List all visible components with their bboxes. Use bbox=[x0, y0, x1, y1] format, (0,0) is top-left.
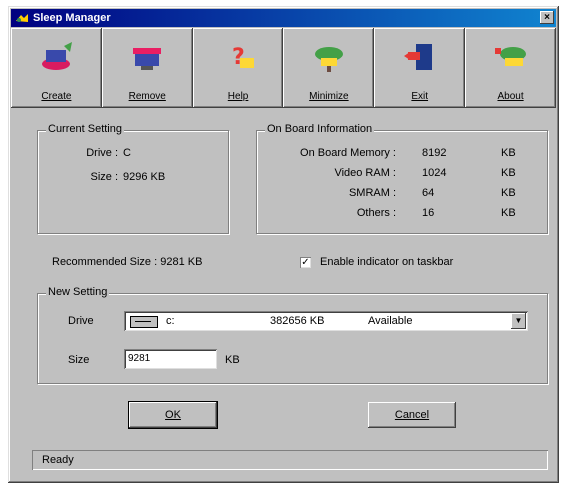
size-unit: KB bbox=[225, 354, 240, 366]
new-setting-group: New Setting bbox=[37, 286, 548, 384]
onboard-value: 16 bbox=[422, 207, 435, 219]
sleep-manager-window: Sleep Manager × Create Remove ? Help Min… bbox=[8, 6, 559, 483]
onboard-unit: KB bbox=[501, 187, 516, 199]
onboard-info-title: On Board Information bbox=[265, 123, 375, 135]
exit-button[interactable]: Exit bbox=[374, 28, 466, 108]
create-icon bbox=[36, 40, 76, 76]
size-input[interactable]: 9281 bbox=[124, 349, 217, 369]
current-size-value: 9296 KB bbox=[123, 171, 166, 183]
onboard-value: 1024 bbox=[422, 167, 447, 179]
toolbar: Create Remove ? Help Minimize Exit About bbox=[11, 28, 556, 108]
drive-status: Available bbox=[368, 315, 413, 327]
drive-select[interactable]: c: 382656 KB Available ▼ bbox=[124, 311, 528, 331]
remove-icon bbox=[127, 40, 167, 76]
taskbar-indicator-label[interactable]: Enable indicator on taskbar bbox=[320, 256, 453, 268]
app-icon bbox=[15, 13, 29, 23]
chevron-down-icon[interactable]: ▼ bbox=[511, 313, 526, 329]
drive-label: Drive bbox=[68, 315, 94, 327]
onboard-value: 64 bbox=[422, 187, 435, 199]
cancel-button[interactable]: Cancel bbox=[368, 402, 456, 428]
current-size-label: Size : bbox=[90, 171, 118, 183]
minimize-icon bbox=[309, 40, 349, 76]
remove-label: Remove bbox=[128, 91, 166, 102]
exit-icon bbox=[400, 40, 440, 76]
remove-button[interactable]: Remove bbox=[101, 28, 193, 108]
current-drive-label: Drive : bbox=[86, 147, 118, 159]
create-label: Create bbox=[41, 91, 72, 102]
about-button[interactable]: About bbox=[465, 28, 556, 108]
new-setting-title: New Setting bbox=[46, 286, 110, 298]
onboard-value: 8192 bbox=[422, 147, 447, 159]
onboard-unit: KB bbox=[501, 207, 516, 219]
close-button[interactable]: × bbox=[540, 11, 554, 24]
about-label: About bbox=[497, 91, 524, 102]
taskbar-indicator-checkbox[interactable]: ✓ bbox=[300, 257, 311, 268]
about-icon bbox=[491, 40, 531, 76]
drive-free-space: 382656 KB bbox=[270, 315, 325, 327]
help-label: Help bbox=[227, 91, 249, 102]
onboard-label: On Board Memory : bbox=[300, 147, 396, 159]
onboard-label: SMRAM : bbox=[348, 187, 396, 199]
current-setting-title: Current Setting bbox=[46, 123, 124, 135]
drive-letter: c: bbox=[166, 315, 175, 327]
recommended-size: Recommended Size : 9281 KB bbox=[52, 256, 203, 268]
onboard-unit: KB bbox=[501, 167, 516, 179]
title-bar[interactable]: Sleep Manager × bbox=[11, 9, 556, 27]
ok-button[interactable]: OK bbox=[128, 401, 218, 429]
onboard-label: Video RAM : bbox=[334, 167, 396, 179]
current-drive-value: C bbox=[123, 147, 131, 159]
hard-drive-icon bbox=[130, 316, 158, 328]
cancel-label: Cancel bbox=[394, 409, 430, 421]
exit-label: Exit bbox=[411, 91, 429, 102]
status-bar: Ready bbox=[32, 450, 548, 470]
minimize-button[interactable]: Minimize bbox=[283, 28, 375, 108]
help-icon: ? bbox=[218, 40, 258, 76]
onboard-label: Others : bbox=[356, 207, 396, 219]
size-label: Size bbox=[68, 354, 90, 366]
window-title: Sleep Manager bbox=[33, 12, 111, 24]
ok-label: OK bbox=[165, 409, 181, 421]
create-button[interactable]: Create bbox=[11, 28, 102, 108]
onboard-unit: KB bbox=[501, 147, 516, 159]
help-button[interactable]: ? Help bbox=[192, 28, 284, 108]
minimize-label: Minimize bbox=[309, 91, 349, 102]
